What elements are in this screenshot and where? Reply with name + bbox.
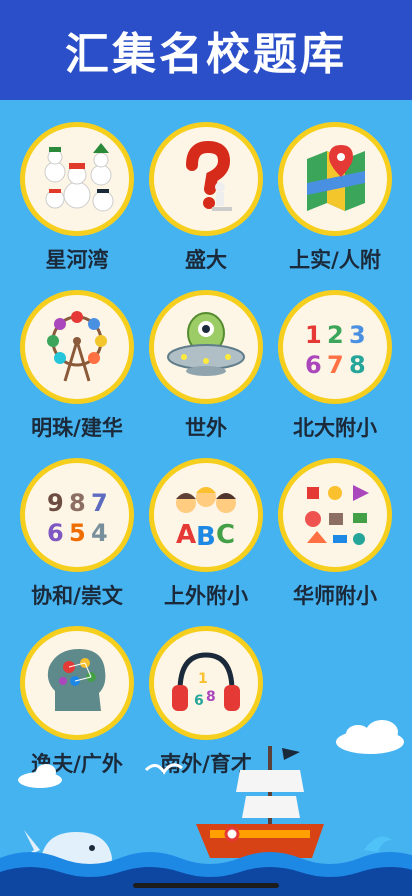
tile-label: 南外/育才 — [160, 752, 252, 776]
numbers-987-icon: 9 8 7 6 5 4 — [20, 458, 134, 572]
kids-abc-icon: A B C — [149, 458, 263, 572]
tile-shiwai[interactable]: 世外 — [142, 290, 270, 442]
tile-beida[interactable]: 1 2 3 6 7 8 北大附小 — [271, 290, 399, 442]
toys-icon — [278, 458, 392, 572]
question-mark-icon — [149, 122, 263, 236]
tile-nanwai[interactable]: 1 8 6 南外/育才 — [142, 626, 270, 778]
tile-label: 明珠/建华 — [31, 416, 123, 440]
whale-icon — [20, 830, 112, 876]
tile-huashi[interactable]: 华师附小 — [271, 458, 399, 610]
svg-text:4: 4 — [91, 519, 108, 547]
brain-head-icon — [20, 626, 134, 740]
dolphin-icon — [364, 836, 392, 852]
numbers-123-icon: 1 2 3 6 7 8 — [278, 290, 392, 404]
tile-label: 协和/崇文 — [31, 584, 123, 608]
svg-text:8: 8 — [69, 489, 86, 517]
svg-text:A: A — [176, 520, 196, 550]
tile-mingzhu[interactable]: 明珠/建华 — [13, 290, 141, 442]
starfish-icon — [4, 864, 24, 884]
headphones-icon: 1 8 6 — [149, 626, 263, 740]
tile-shengda[interactable]: 盛大 — [142, 122, 270, 274]
svg-text:6: 6 — [194, 693, 204, 709]
svg-text:6: 6 — [47, 519, 64, 547]
tile-label: 逸夫/广外 — [31, 752, 123, 776]
ferris-wheel-icon — [20, 290, 134, 404]
app-header: 汇集名校题库 — [0, 0, 412, 100]
svg-text:2: 2 — [327, 321, 344, 349]
svg-text:1: 1 — [305, 321, 322, 349]
ufo-alien-icon — [149, 290, 263, 404]
svg-text:8: 8 — [206, 689, 216, 705]
tile-label: 北大附小 — [293, 416, 377, 440]
svg-text:6: 6 — [305, 351, 322, 379]
tile-xinghewan[interactable]: 星河湾 — [13, 122, 141, 274]
svg-text:5: 5 — [69, 519, 86, 547]
tile-label: 世外 — [185, 416, 227, 440]
home-indicator[interactable] — [133, 883, 279, 888]
tile-shangwai[interactable]: A B C 上外附小 — [142, 458, 270, 610]
page-title: 汇集名校题库 — [65, 29, 347, 80]
svg-text:8: 8 — [349, 351, 366, 379]
svg-text:B: B — [196, 522, 216, 552]
cloud-icon — [336, 720, 404, 754]
map-icon — [278, 122, 392, 236]
tile-shangshi[interactable]: 上实/人附 — [271, 122, 399, 274]
tile-label: 上实/人附 — [289, 248, 381, 272]
svg-text:7: 7 — [327, 351, 344, 379]
svg-text:9: 9 — [47, 489, 64, 517]
tile-label: 上外附小 — [164, 584, 248, 608]
svg-text:C: C — [216, 520, 235, 550]
svg-text:3: 3 — [349, 321, 366, 349]
tile-yifu[interactable]: 逸夫/广外 — [13, 626, 141, 778]
svg-text:7: 7 — [91, 489, 108, 517]
tile-xiehe[interactable]: 9 8 7 6 5 4 协和/崇文 — [13, 458, 141, 610]
tile-label: 盛大 — [185, 248, 227, 272]
snowmen-icon — [20, 122, 134, 236]
svg-text:1: 1 — [198, 671, 208, 687]
tile-label: 星河湾 — [45, 248, 109, 272]
tile-label: 华师附小 — [293, 584, 377, 608]
